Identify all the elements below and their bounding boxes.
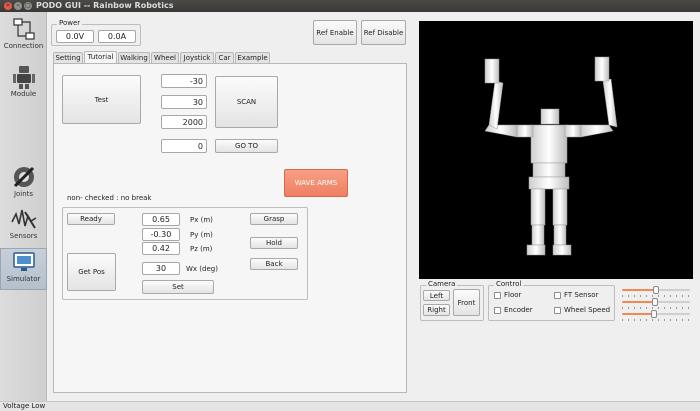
ready-button[interactable]: Ready (67, 213, 115, 225)
get-pos-button[interactable]: Get Pos (67, 253, 116, 291)
goto-value-field[interactable]: 0 (161, 139, 207, 153)
pz-field[interactable]: 0.42 (142, 242, 180, 255)
minimize-icon[interactable]: – (14, 2, 22, 10)
grasp-button[interactable]: Grasp (250, 213, 298, 225)
tab-example[interactable]: Example (235, 52, 270, 63)
status-bar: Voltage Low (0, 401, 700, 411)
checkbox-box (554, 306, 561, 314)
current-display: 0.0A (98, 30, 136, 43)
close-icon[interactable]: ✕ (4, 2, 12, 10)
sidebar-item-simulator[interactable]: Simulator (0, 248, 47, 290)
tab-setting[interactable]: Setting (53, 52, 83, 63)
encoder-checkbox[interactable]: Encoder (494, 306, 533, 314)
hold-button[interactable]: Hold (250, 237, 298, 249)
view-slider[interactable] (622, 286, 690, 297)
tab-joystick[interactable]: Joystick (180, 52, 214, 63)
tab-wheel[interactable]: Wheel (151, 52, 179, 63)
joints-icon (13, 166, 34, 188)
px-field[interactable]: 0.65 (142, 213, 180, 226)
break-note: non- checked : no break (67, 194, 152, 202)
sidebar-item-connection[interactable]: Connection (0, 16, 47, 60)
sidebar: Connection Module Joints Sensors Simulat… (0, 12, 47, 401)
checkbox-box (494, 306, 501, 314)
wx-label: Wx (deg) (186, 265, 218, 273)
network-icon (12, 18, 35, 40)
sensors-icon (10, 209, 36, 229)
scan-button[interactable]: SCAN (215, 76, 278, 128)
robot-model (484, 56, 618, 256)
sidebar-item-label: Module (10, 90, 37, 98)
ft-sensor-checkbox[interactable]: FT Sensor (554, 291, 598, 299)
wave-arms-button[interactable]: WAVE ARMS (284, 169, 348, 197)
sidebar-item-label: Sensors (9, 232, 38, 240)
sidebar-item-sensors[interactable]: Sensors (0, 206, 47, 244)
checkbox-box (554, 291, 561, 299)
voltage-display: 0.0V (56, 30, 94, 43)
encoder-label: Encoder (504, 306, 533, 314)
camera-front-button[interactable]: Front (453, 289, 480, 316)
title-bar: ✕ – □ PODO GUI -- Rainbow Robotics (0, 0, 700, 12)
power-title: Power (57, 19, 83, 27)
ref-disable-button[interactable]: Ref Disable (361, 20, 406, 45)
test-button[interactable]: Test (62, 75, 141, 124)
py-label: Py (m) (190, 231, 213, 239)
sidebar-item-label: Connection (3, 42, 44, 50)
camera-right-button[interactable]: Right (423, 304, 450, 316)
wheel-speed-checkbox[interactable]: Wheel Speed (554, 306, 610, 314)
px-label: Px (m) (190, 216, 213, 224)
tab-walking[interactable]: Walking (118, 52, 150, 63)
control-title: Control (494, 280, 524, 288)
back-button[interactable]: Back (250, 258, 298, 270)
scan-value-field[interactable]: 2000 (161, 115, 207, 129)
set-button[interactable]: Set (142, 280, 214, 294)
tab-tutorial[interactable]: Tutorial (84, 51, 117, 63)
tab-car[interactable]: Car (215, 52, 234, 63)
wheel-speed-label: Wheel Speed (564, 306, 611, 314)
sidebar-item-label: Joints (13, 190, 34, 198)
camera-left-button[interactable]: Left (423, 290, 450, 301)
checkbox-box (494, 291, 501, 299)
scan-value-field[interactable]: 30 (161, 95, 207, 109)
simulator-viewport[interactable] (419, 21, 693, 279)
maximize-icon[interactable]: □ (24, 2, 32, 10)
robot-icon (12, 66, 35, 89)
floor-checkbox[interactable]: Floor (494, 291, 521, 299)
pz-label: Pz (m) (190, 245, 213, 253)
ref-enable-button[interactable]: Ref Enable (313, 20, 357, 45)
view-slider[interactable] (622, 310, 690, 321)
goto-button[interactable]: GO TO (215, 139, 278, 153)
sidebar-item-label: Simulator (6, 275, 41, 283)
ft-sensor-label: FT Sensor (564, 291, 599, 299)
scan-value-field[interactable]: -30 (161, 74, 207, 88)
status-text: Voltage Low (3, 402, 46, 410)
view-slider[interactable] (622, 298, 690, 309)
py-field[interactable]: -0.30 (142, 228, 180, 241)
sidebar-item-module[interactable]: Module (0, 64, 47, 108)
camera-title: Camera (426, 280, 458, 288)
wx-field[interactable]: 30 (142, 262, 180, 275)
power-group: Power 0.0V 0.0A (51, 19, 141, 46)
window-title: PODO GUI -- Rainbow Robotics (36, 1, 174, 10)
monitor-icon (12, 252, 35, 271)
floor-label: Floor (504, 291, 522, 299)
sidebar-item-joints[interactable]: Joints (0, 164, 47, 202)
